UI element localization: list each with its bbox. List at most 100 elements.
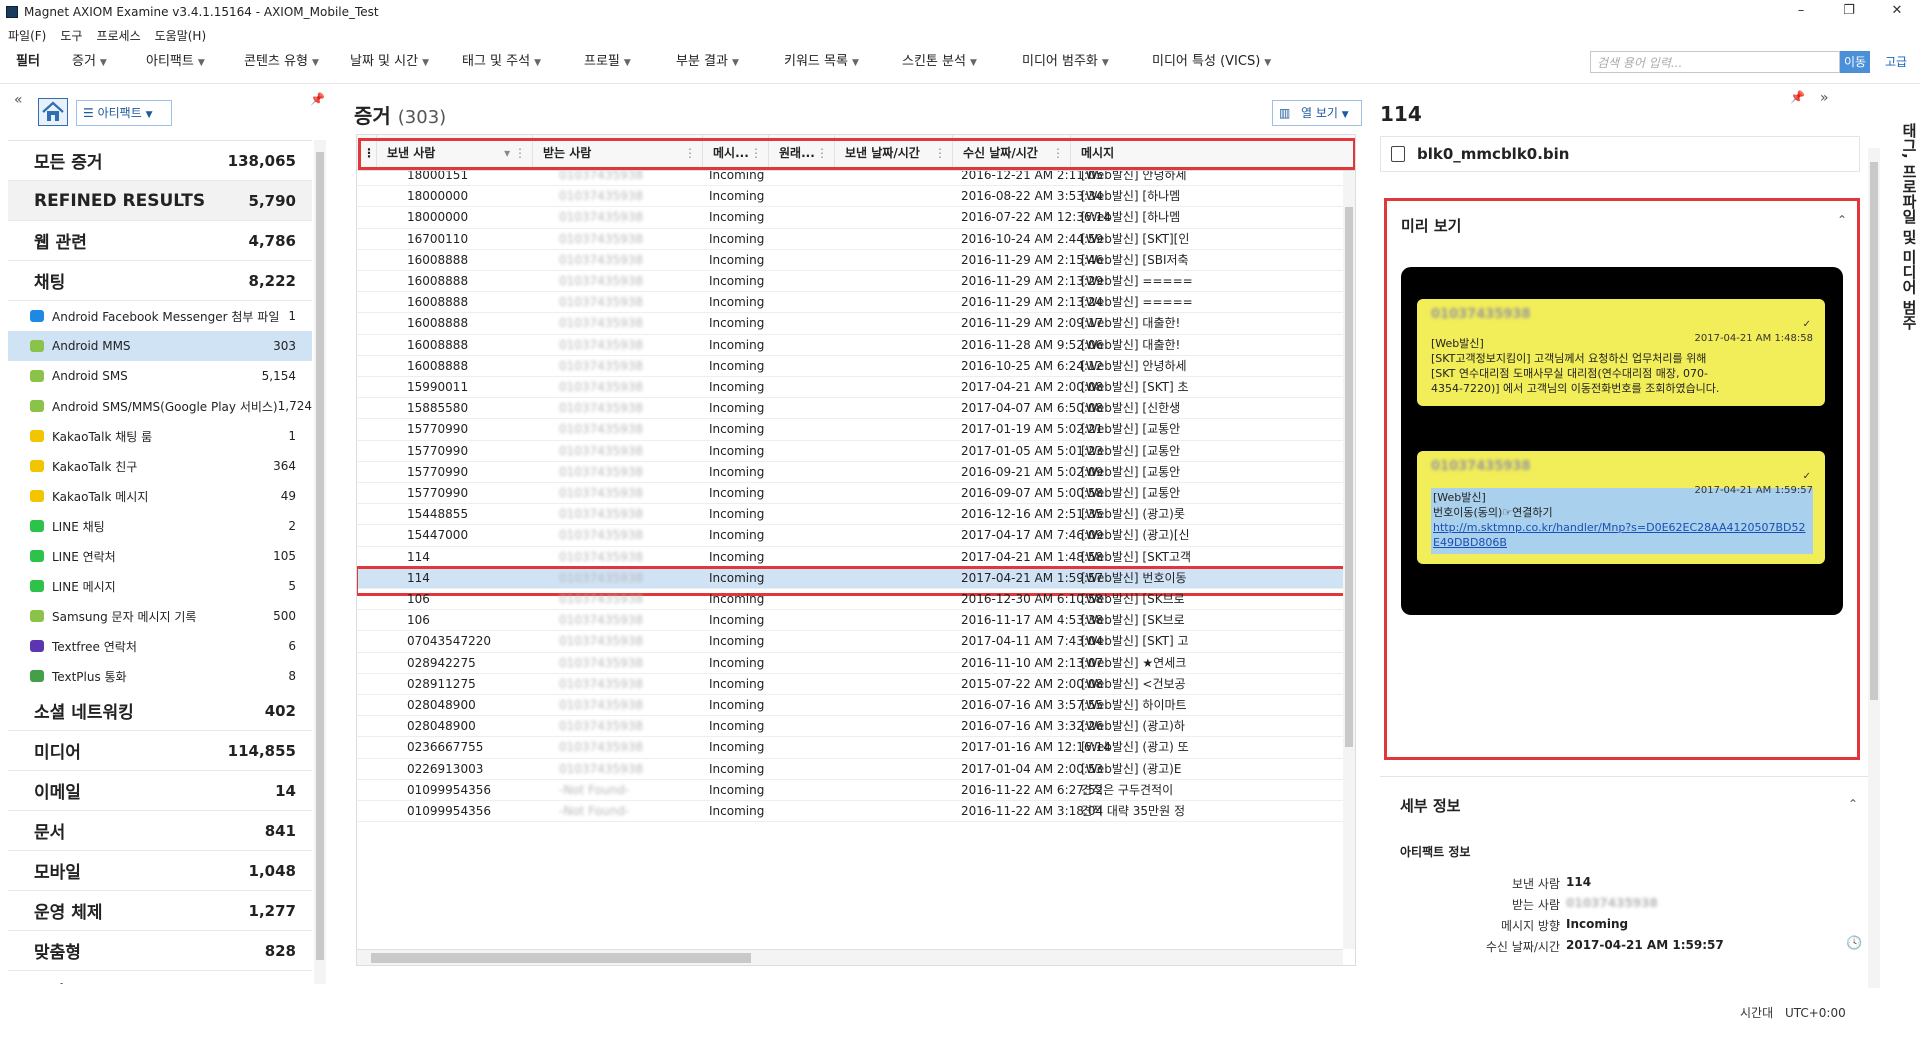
table-row[interactable]: 16008888 01037435938 Incoming 2016-11-29 AM… — [357, 292, 1343, 314]
sidebar-item-chat-artifact[interactable]: LINE 연락처 105 — [8, 541, 312, 571]
table-row[interactable]: 16008888 01037435938 Incoming 2016-11-29 AM… — [357, 271, 1343, 293]
table-row[interactable]: 106 01037435938 Incoming 2016-12-30 AM 6:10… — [357, 589, 1343, 611]
category-item[interactable]: 운영 체제 1,277 — [8, 891, 312, 931]
table-row[interactable]: 18000000 01037435938 Incoming 2016-07-22 AM… — [357, 207, 1343, 229]
artifact-view-dropdown[interactable]: ☰ 아티팩트 ▼ — [76, 100, 172, 126]
table-horizontal-scrollbar[interactable] — [357, 949, 1343, 965]
category-item[interactable]: 모바일 1,048 — [8, 851, 312, 891]
table-row[interactable]: 15885580 01037435938 Incoming 2017-04-07 AM… — [357, 398, 1343, 420]
home-button[interactable] — [38, 98, 68, 126]
menu-file[interactable]: 파일(F) — [8, 27, 46, 44]
table-row[interactable]: 18000151 01037435938 Incoming 2016-12-21 AM… — [357, 171, 1343, 187]
table-row[interactable]: 028911275 01037435938 Incoming 2015-07-22 A… — [357, 674, 1343, 695]
table-row[interactable]: 028048900 01037435938 Incoming 2016-07-16 A… — [357, 716, 1343, 738]
pin-icon[interactable]: 📌 — [310, 92, 325, 106]
minimize-button[interactable]: – — [1778, 0, 1824, 24]
table-vertical-scrollbar[interactable] — [1343, 171, 1355, 949]
column-view-button[interactable]: ▥ 열 보기 ▼ — [1272, 100, 1362, 126]
table-row[interactable]: 15770990 01037435938 Incoming 2017-01-05 AM… — [357, 441, 1343, 462]
filter-tags[interactable]: 태그 및 주석 ▼ — [462, 48, 541, 77]
table-row[interactable]: 01099954356 -Not Found- Incoming 2016-11-22… — [357, 801, 1343, 823]
sidebar-item-chat-artifact[interactable]: LINE 메시지 5 — [8, 571, 312, 601]
category-item[interactable]: 문서 841 — [8, 811, 312, 851]
search-input[interactable]: 검색 용어 입력... — [1590, 51, 1840, 73]
category-item[interactable]: 맞춤형 828 — [8, 931, 312, 971]
left-scrollbar-thumb[interactable] — [316, 152, 324, 960]
sidebar-item-chat-artifact[interactable]: Android Facebook Messenger 첨부 파일 1 — [8, 301, 312, 331]
filter-media-vics[interactable]: 미디어 특성 (VICS) ▼ — [1152, 48, 1271, 77]
category-item[interactable]: 소셜 네트워킹 402 — [8, 691, 312, 731]
category-item[interactable]: 이메일 14 — [8, 771, 312, 811]
table-horizontal-scrollbar-thumb[interactable] — [371, 953, 751, 963]
table-row[interactable]: 18000000 01037435938 Incoming 2016-08-22 AM… — [357, 186, 1343, 208]
search-go-button[interactable]: 이동 — [1840, 51, 1870, 73]
filter-skin-tone[interactable]: 스킨톤 분석 ▼ — [902, 48, 977, 77]
table-row[interactable]: 07043547220 01037435938 Incoming 2017-04-11… — [357, 631, 1343, 653]
menu-tools[interactable]: 도구 — [60, 27, 82, 44]
sidebar-item-chat-artifact[interactable]: Samsung 문자 메시지 기록 500 — [8, 601, 312, 631]
filter-content-type[interactable]: 콘텐츠 유형 ▼ — [244, 48, 319, 77]
table-row[interactable]: 16700110 01037435938 Incoming 2016-10-24 AM… — [357, 229, 1343, 250]
table-row[interactable]: 106 01037435938 Incoming 2016-11-17 AM 4:53… — [357, 610, 1343, 632]
chevron-down-icon: ▼ — [534, 58, 541, 68]
sidebar-item-chat-artifact[interactable]: Android MMS 303 — [8, 331, 312, 361]
detail-scrollbar-thumb[interactable] — [1870, 162, 1878, 700]
sidebar-item-chat-artifact[interactable]: LINE 채팅 2 — [8, 511, 312, 541]
clock-icon[interactable]: 🕓 — [1846, 936, 1862, 951]
close-button[interactable]: ✕ — [1874, 0, 1920, 24]
detail-key: 받는 사람 — [1512, 898, 1560, 912]
menu-process[interactable]: 프로세스 — [96, 27, 140, 44]
sidebar-item-chat-artifact[interactable]: TextPlus 통화 8 — [8, 661, 312, 691]
table-row[interactable]: 16008888 01037435938 Incoming 2016-11-28 AM… — [357, 335, 1343, 356]
table-row[interactable]: 0226913003 01037435938 Incoming 2017-01-04 … — [357, 759, 1343, 780]
maximize-button[interactable]: ❐ — [1826, 0, 1872, 24]
category-item[interactable]: 미디어 114,855 — [8, 731, 312, 771]
category-item[interactable]: 채팅 8,222 — [8, 261, 312, 301]
collapse-up-icon[interactable]: ⌃ — [1848, 797, 1858, 811]
table-vertical-scrollbar-thumb[interactable] — [1345, 207, 1353, 747]
detail-scrollbar[interactable] — [1868, 148, 1880, 988]
filter-media-categorization[interactable]: 미디어 범주화 ▼ — [1022, 48, 1109, 77]
side-tab-tags-profiles[interactable]: 태그, 프로파일 및 미디어 범주 — [1890, 96, 1920, 356]
table-row[interactable]: 028048900 01037435938 Incoming 2016-07-16 A… — [357, 695, 1343, 717]
filter-profile[interactable]: 프로필 ▼ — [584, 48, 631, 77]
sidebar-item-chat-artifact[interactable]: KakaoTalk 친구 364 — [8, 451, 312, 481]
filter-datetime[interactable]: 날짜 및 시간 ▼ — [350, 48, 429, 77]
table-row[interactable]: 15447000 01037435938 Incoming 2017-04-17 AM… — [357, 525, 1343, 547]
sidebar-item-chat-artifact[interactable]: Textfree 연락처 6 — [8, 631, 312, 661]
sidebar-item-chat-artifact[interactable]: KakaoTalk 채팅 룸 1 — [8, 421, 312, 451]
left-scrollbar[interactable] — [314, 140, 326, 984]
filter-partial-results[interactable]: 부분 결과 ▼ — [676, 48, 739, 77]
filter-artifacts[interactable]: 아티팩트 ▼ — [146, 48, 205, 77]
collapse-up-icon[interactable]: ⌃ — [1837, 213, 1847, 227]
table-row[interactable]: 0236667755 01037435938 Incoming 2017-01-16 … — [357, 737, 1343, 759]
category-item[interactable]: 클라우드 0 — [8, 971, 312, 985]
table-row[interactable]: 01099954356 -Not Found- Incoming 2016-11-22… — [357, 780, 1343, 801]
table-row[interactable]: 15448855 01037435938 Incoming 2016-12-16 AM… — [357, 504, 1343, 526]
source-file[interactable]: blk0_mmcblk0.bin — [1380, 136, 1860, 172]
expand-panel-icon[interactable]: » — [1820, 90, 1829, 106]
sidebar-item-chat-artifact[interactable]: Android SMS/MMS(Google Play 서비스) 1,724 — [8, 391, 312, 421]
table-row[interactable]: 114 01037435938 Incoming 2017-04-21 AM 1:48… — [357, 547, 1343, 568]
table-row[interactable]: 16008888 01037435938 Incoming 2016-11-29 AM… — [357, 250, 1343, 271]
filter-evidence[interactable]: 증거 ▼ — [72, 48, 107, 77]
advanced-search-link[interactable]: 고급 — [1885, 51, 1907, 73]
bubble-link[interactable]: http://m.sktmnp.co.kr/handler/Mnp?s=D0E6… — [1431, 520, 1813, 554]
category-item[interactable]: 웹 관련 4,786 — [8, 221, 312, 261]
category-item[interactable]: REFINED RESULTS 5,790 — [8, 181, 312, 221]
table-row[interactable]: 15770990 01037435938 Incoming 2017-01-19 AM… — [357, 419, 1343, 441]
sidebar-item-chat-artifact[interactable]: KakaoTalk 메시지 49 — [8, 481, 312, 511]
table-row[interactable]: 15990011 01037435938 Incoming 2017-04-21 AM… — [357, 377, 1343, 399]
sidebar-item-chat-artifact[interactable]: Android SMS 5,154 — [8, 361, 312, 391]
table-row[interactable]: 16008888 01037435938 Incoming 2016-11-29 AM… — [357, 313, 1343, 335]
table-row[interactable]: 16008888 01037435938 Incoming 2016-10-25 AM… — [357, 356, 1343, 377]
table-row[interactable]: 15770990 01037435938 Incoming 2016-09-07 AM… — [357, 483, 1343, 505]
menu-help[interactable]: 도움말(H) — [155, 27, 207, 44]
filter-keyword-lists[interactable]: 키워드 목록 ▼ — [784, 48, 859, 77]
category-item[interactable]: 모든 증거 138,065 — [8, 141, 312, 181]
table-row[interactable]: 028942275 01037435938 Incoming 2016-11-10 A… — [357, 653, 1343, 674]
chat-app-icon — [30, 670, 44, 682]
table-row[interactable]: 15770990 01037435938 Incoming 2016-09-21 AM… — [357, 462, 1343, 483]
pin-icon[interactable]: 📌 — [1790, 90, 1805, 104]
collapse-panel-icon[interactable]: « — [14, 92, 23, 108]
